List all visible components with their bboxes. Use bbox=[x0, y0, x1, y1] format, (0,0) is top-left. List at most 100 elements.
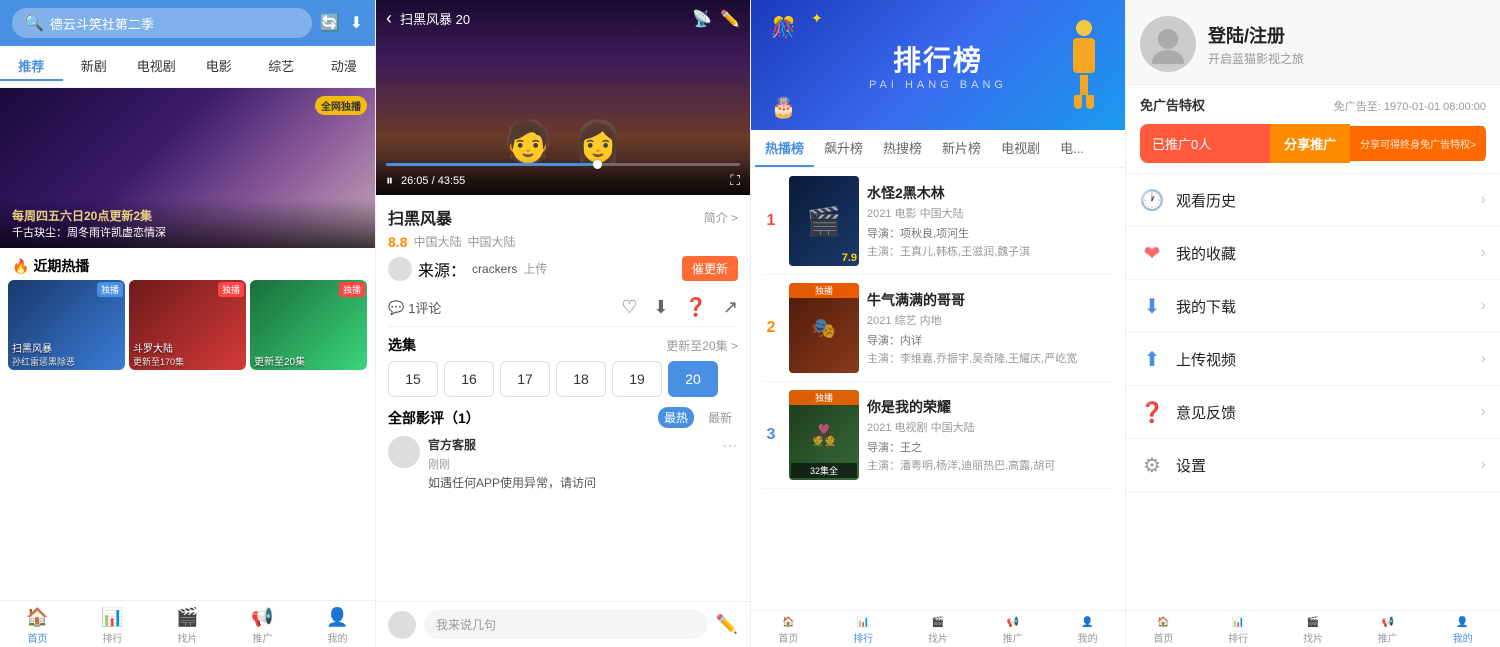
search-bar[interactable]: 🔍 德云斗笑社第二季 bbox=[12, 8, 312, 38]
video-panel: 🧑 👩 ‹ 扫黑风暴 20 📡 ✏️ ⏸ 26:05 / 43:55 ⛶ bbox=[375, 0, 750, 647]
bottom-nav-find[interactable]: 🎬 找片 bbox=[150, 607, 225, 645]
tab-hot[interactable]: 热播榜 bbox=[755, 130, 814, 167]
nav-item-tv[interactable]: 电视剧 bbox=[125, 52, 188, 81]
profile-find-icon: 🎬 bbox=[1307, 617, 1319, 628]
comment-count[interactable]: 💬 1评论 bbox=[388, 298, 441, 317]
bottom-nav-me[interactable]: 👤 我的 bbox=[300, 607, 375, 645]
tab-new[interactable]: 最新 bbox=[702, 407, 738, 428]
promo-button[interactable]: 分享推广 bbox=[1270, 124, 1350, 163]
ad-header: 免广告特权 免广告至: 1970-01-01 08:00:00 bbox=[1140, 95, 1486, 116]
nav-item-anime[interactable]: 动漫 bbox=[313, 52, 376, 81]
rank-bottom-home[interactable]: 🏠 首页 bbox=[751, 617, 826, 645]
episode-17[interactable]: 17 bbox=[500, 361, 550, 397]
home-grid: 独播 扫黑风暴 孙红雷惩黑除恶 独播 斗罗大陆 更新至170集 独播 更新至20… bbox=[0, 280, 375, 370]
nav-item-movie[interactable]: 电影 bbox=[188, 52, 251, 81]
login-text[interactable]: 登陆/注册 bbox=[1208, 22, 1486, 48]
feedback-label: 意见反馈 bbox=[1176, 402, 1469, 423]
profile-nav-find[interactable]: 🎬 找片 bbox=[1276, 617, 1351, 645]
rank-bottom-me[interactable]: 👤 我的 bbox=[1050, 617, 1125, 645]
tab-search[interactable]: 热搜榜 bbox=[873, 130, 932, 167]
bottom-nav-rank[interactable]: 📊 排行 bbox=[75, 607, 150, 645]
bottom-nav-home[interactable]: 🏠 首页 bbox=[0, 607, 75, 645]
episode-16[interactable]: 16 bbox=[444, 361, 494, 397]
back-button[interactable]: ‹ bbox=[386, 8, 392, 29]
download-action-icon[interactable]: ⬇ bbox=[653, 297, 668, 318]
like-icon[interactable]: ♡ bbox=[621, 297, 637, 318]
history-icon[interactable]: 🔄 bbox=[320, 13, 340, 33]
tab-hot[interactable]: 最热 bbox=[658, 407, 694, 428]
episode-18[interactable]: 18 bbox=[556, 361, 606, 397]
rank-bottom-find[interactable]: 🎬 找片 bbox=[901, 617, 976, 645]
rank-bottom-promote[interactable]: 📢 推广 bbox=[975, 617, 1050, 645]
dl-menu-icon: ⬇ bbox=[1140, 294, 1164, 318]
episodes-badge-3: 32集全 bbox=[791, 463, 857, 478]
item-director-2: 导演：内详 bbox=[867, 332, 1115, 348]
grid-item-0[interactable]: 独播 扫黑风暴 孙红雷惩黑除恶 bbox=[8, 280, 125, 370]
promo-count: 已推广0人 bbox=[1140, 124, 1270, 163]
ranking-title-pinyin: PAI HANG BANG bbox=[869, 79, 1007, 91]
nav-item-recommend[interactable]: 推荐 bbox=[0, 52, 63, 81]
ranking-item-3[interactable]: 3 💑 独播 32集全 你是我的荣耀 2021 电视剧 中国大陆 导演：王之 主… bbox=[761, 382, 1115, 489]
help-icon[interactable]: ❓ bbox=[684, 297, 706, 318]
share-icon[interactable]: ↗ bbox=[723, 297, 738, 318]
banner-image: 每周四五六日20点更新2集 千古玦尘：周冬雨许凯虚恋情深 全网独播 bbox=[0, 88, 375, 248]
edit-icon[interactable]: ✏️ bbox=[716, 614, 738, 635]
menu-downloads[interactable]: ⬇ 我的下载 › bbox=[1126, 280, 1500, 333]
tab-more[interactable]: 电... bbox=[1050, 130, 1094, 167]
update-button[interactable]: 催更新 bbox=[682, 256, 738, 281]
home-panel: 🔍 德云斗笑社第二季 🔄 ⬇ 推荐 新剧 电视剧 电影 综艺 动漫 每周四五六日… bbox=[0, 0, 375, 647]
feedback-menu-icon: ❓ bbox=[1140, 400, 1164, 424]
comment-input[interactable]: 我来说几句 bbox=[424, 610, 708, 639]
episode-19[interactable]: 19 bbox=[612, 361, 662, 397]
fullscreen-icon[interactable]: ⛶ bbox=[730, 172, 740, 189]
profile-nav-rank[interactable]: 📊 排行 bbox=[1201, 617, 1276, 645]
comment-menu[interactable]: ⋯ bbox=[722, 436, 738, 456]
profile-nav-promote[interactable]: 📢 推广 bbox=[1350, 617, 1425, 645]
upload-arrow: › bbox=[1481, 350, 1486, 368]
bottom-nav-promote[interactable]: 📢 推广 bbox=[225, 607, 300, 645]
episode-15[interactable]: 15 bbox=[388, 361, 438, 397]
profile-nav-me[interactable]: 👤 我的 bbox=[1425, 617, 1500, 645]
cast-icon[interactable]: 📡 bbox=[692, 9, 712, 29]
ranking-list: 1 🎬 7.9 水怪2黑木林 2021 电影 中国大陆 导演：项秋良,项河生 主… bbox=[751, 168, 1125, 610]
item-cast-3: 主演：潘粤明,杨洋,迪丽热巴,高露,胡可 bbox=[867, 457, 1115, 473]
comment-body: 官方客服 ⋯ 刚刚 如遇任何APP使用异常，请访问 bbox=[428, 436, 738, 491]
comments-title: 全部影评（1） bbox=[388, 408, 480, 428]
menu-feedback[interactable]: ❓ 意见反馈 › bbox=[1126, 386, 1500, 439]
menu-favorites[interactable]: ❤ 我的收藏 › bbox=[1126, 227, 1500, 280]
info-3: 你是我的荣耀 2021 电视剧 中国大陆 导演：王之 主演：潘粤明,杨洋,迪丽热… bbox=[867, 397, 1115, 473]
menu-settings[interactable]: ⚙ 设置 › bbox=[1126, 439, 1500, 492]
grid-item-2[interactable]: 独播 更新至20集 bbox=[250, 280, 367, 370]
nav-item-variety[interactable]: 综艺 bbox=[250, 52, 313, 81]
home-nav-label: 首页 bbox=[28, 630, 48, 645]
grid-item-1[interactable]: 独播 斗罗大陆 更新至170集 bbox=[129, 280, 246, 370]
me-icon: 👤 bbox=[326, 607, 348, 628]
tab-new[interactable]: 新片榜 bbox=[932, 130, 991, 167]
ranking-item-2[interactable]: 2 🎭 独播 牛气满满的哥哥 2021 综艺 内地 导演：内详 主演：李维嘉,乔… bbox=[761, 275, 1115, 382]
episodes-update[interactable]: 更新至20集 > bbox=[666, 337, 738, 354]
episode-20[interactable]: 20 bbox=[668, 361, 718, 397]
pencil-icon[interactable]: ✏️ bbox=[720, 9, 740, 29]
action-row: 💬 1评论 ♡ ⬇ ❓ ↗ bbox=[388, 289, 738, 327]
menu-history[interactable]: 🕐 观看历史 › bbox=[1126, 174, 1500, 227]
promo-hint[interactable]: 分享可得终身免广告特权> bbox=[1350, 126, 1486, 161]
banner-badge: 全网独播 bbox=[315, 96, 367, 115]
nav-item-newdrama[interactable]: 新剧 bbox=[63, 52, 126, 81]
tab-rising[interactable]: 飙升榜 bbox=[814, 130, 873, 167]
rank-bottom-rank[interactable]: 📊 排行 bbox=[826, 617, 901, 645]
menu-upload[interactable]: ⬆ 上传视频 › bbox=[1126, 333, 1500, 386]
home-banner[interactable]: 每周四五六日20点更新2集 千古玦尘：周冬雨许凯虚恋情深 全网独播 bbox=[0, 88, 375, 248]
item-meta-2: 2021 综艺 内地 bbox=[867, 312, 1115, 328]
intro-button[interactable]: 简介 > bbox=[704, 209, 738, 226]
download-icon[interactable]: ⬇ bbox=[350, 13, 363, 33]
confetti-2: ✦ bbox=[811, 10, 823, 27]
video-player[interactable]: 🧑 👩 ‹ 扫黑风暴 20 📡 ✏️ ⏸ 26:05 / 43:55 ⛶ bbox=[376, 0, 750, 195]
home-nav: 推荐 新剧 电视剧 电影 综艺 动漫 bbox=[0, 46, 375, 88]
progress-bar[interactable] bbox=[386, 163, 740, 166]
avatar-svg bbox=[1148, 24, 1188, 64]
ranking-item-1[interactable]: 1 🎬 7.9 水怪2黑木林 2021 电影 中国大陆 导演：项秋良,项河生 主… bbox=[761, 168, 1115, 275]
pause-icon[interactable]: ⏸ bbox=[386, 172, 393, 189]
profile-nav-home[interactable]: 🏠 首页 bbox=[1126, 617, 1201, 645]
tab-tv[interactable]: 电视剧 bbox=[991, 130, 1050, 167]
video-top-bar: ‹ 扫黑风暴 20 📡 ✏️ bbox=[376, 8, 750, 29]
